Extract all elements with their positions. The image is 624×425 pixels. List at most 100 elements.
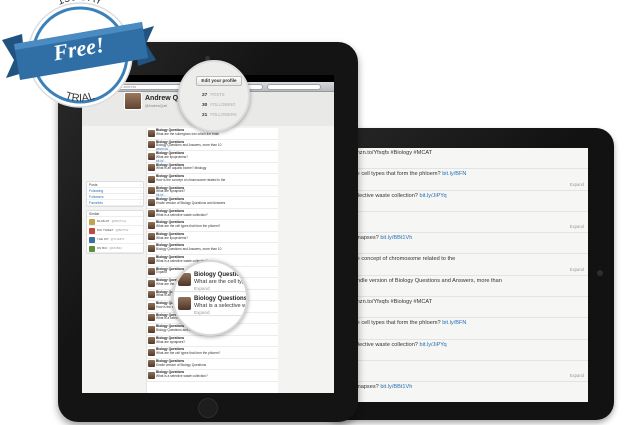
tweet-item[interactable]: selective waste collection? bit.ly/JiPYq	[348, 191, 588, 212]
expand-link[interactable]: Expand	[194, 310, 210, 315]
avatar[interactable]	[148, 152, 155, 160]
sidebar-item[interactable]: Favorites ›	[87, 200, 143, 206]
tweet-link[interactable]: bit.ly/JiPYq	[419, 342, 446, 348]
avatar[interactable]	[148, 141, 155, 149]
expand-link[interactable]: Expand	[570, 372, 584, 379]
tweet-text: What are the subregions into which the b…	[156, 131, 220, 136]
tweet-item[interactable]: Biology QuestionsWhat are the cell types…	[147, 220, 278, 232]
avatar[interactable]	[148, 337, 155, 345]
tweet-item[interactable]: Biology QuestionsBiology Questions and A…	[147, 243, 278, 256]
avatar[interactable]	[148, 325, 155, 333]
expand-link[interactable]: Expand	[194, 286, 210, 291]
avatar[interactable]	[148, 175, 155, 183]
tweet-item[interactable]: Biology QuestionsBiology Questions and A…	[147, 140, 278, 152]
tweet-link[interactable]: bit.ly/BFN	[442, 171, 466, 177]
tweet-item[interactable]: Biology Questions What are lipoproteins?	[147, 232, 278, 244]
home-button[interactable]	[198, 398, 218, 418]
tweet-item[interactable]: Biology QuestionsHow is the concept of c…	[147, 174, 278, 186]
tweet-text: What are synapses?	[156, 339, 186, 344]
avatar[interactable]	[148, 371, 155, 379]
tweet-item[interactable]: selective waste collection? bit.ly/JiPYq	[348, 340, 588, 361]
tweet-text: What is a selective was	[194, 303, 248, 309]
profile-stat[interactable]: 30 FOLLOWING	[202, 102, 235, 108]
tweet-item[interactable]: Biology QuestionsWhat are the cell types…	[147, 347, 278, 359]
user-handle: @RNBIO	[109, 246, 122, 250]
tweet-item[interactable]: the concept of chromosome related to the…	[348, 254, 588, 276]
similar-user-item[interactable]: RN BIO @RNBIO	[87, 244, 143, 253]
avatar[interactable]	[148, 164, 155, 172]
sidebar-nav: Posts › Following › Followers › Favorites ›	[86, 181, 144, 207]
avatar[interactable]	[148, 256, 155, 264]
avatar[interactable]	[148, 291, 155, 299]
tweet-item[interactable]: Biology Questio What are the cell typ Expa…	[174, 270, 246, 292]
tweet-item[interactable]: Biology QuestionsWhat is a selective was…	[147, 209, 278, 221]
similar-user-item[interactable]: THE INT @THEINT	[87, 235, 143, 244]
tweet-link[interactable]: bit.ly/BFN	[442, 320, 466, 326]
avatar[interactable]	[148, 198, 155, 206]
tweet-link[interactable]: bit.ly/JiPYq	[419, 193, 446, 199]
profile-stat[interactable]: 27 POSTS	[202, 92, 225, 98]
tweet-item[interactable]: synapses? bit.ly/BBt1Vh	[348, 382, 588, 402]
avatar[interactable]	[178, 273, 191, 286]
avatar[interactable]	[148, 187, 155, 195]
tweet-item[interactable]: Expand	[348, 212, 588, 234]
tweet-item[interactable]: Kindle version of Biology Questions and …	[348, 276, 588, 298]
tweet-text: What are the cell types that form the ph…	[156, 351, 221, 356]
tweet-item[interactable]: Biology Questions What are lipoproteins? b…	[147, 151, 278, 163]
similar-user-item[interactable]: BIO TWEET @BIOTW	[87, 226, 143, 235]
tweet-item[interactable]: Expand	[348, 361, 588, 383]
search-input[interactable]	[267, 84, 321, 90]
avatar[interactable]	[148, 244, 155, 252]
avatar[interactable]	[148, 129, 155, 137]
avatar[interactable]	[148, 302, 155, 310]
similar-users: Similar BLAB-RT @BIOTCH BIO TWEET @BIOTW THE…	[86, 210, 144, 254]
avatar[interactable]	[89, 218, 95, 225]
tweet-link[interactable]: bit.ly/BBt1Vh	[380, 235, 412, 241]
tweet-item[interactable]: amzn.to/Yfxqfs #Biology #MCAT	[348, 148, 588, 170]
profile-stat[interactable]: 21 FOLLOWERS	[202, 112, 237, 118]
tweet-text: What is an aquatic biome? #biology	[156, 166, 207, 171]
tweet-item[interactable]: Biology Questions Kindle version of Biolo…	[147, 197, 278, 209]
avatar[interactable]	[148, 279, 155, 287]
tweet-item[interactable]: synapses? bit.ly/BBt1Vh	[348, 233, 588, 255]
avatar[interactable]	[148, 360, 155, 368]
edit-profile-button[interactable]: Edit your profile	[196, 76, 242, 86]
expand-link[interactable]: Expand	[570, 181, 584, 188]
avatar[interactable]	[148, 210, 155, 218]
avatar[interactable]	[148, 268, 155, 276]
user-name: BIO TWEET	[97, 228, 114, 232]
tweet-item[interactable]: Biology QuestionsWhat is an aquatic biom…	[147, 163, 278, 175]
avatar[interactable]	[89, 236, 95, 243]
tweet-item[interactable]: Biology Questions Kindle version of Biolo…	[147, 359, 278, 371]
avatar[interactable]	[178, 297, 191, 310]
free-trial-badge: Free! 150 DAY TRIAL	[2, 0, 156, 108]
tweet-text: What are the cell types that form the ph…	[156, 224, 221, 229]
stat-value: 30	[202, 103, 208, 108]
avatar[interactable]	[89, 245, 95, 252]
tweet-author: Biology Questio	[194, 272, 241, 278]
expand-link[interactable]: Expand	[570, 266, 584, 273]
avatar[interactable]	[148, 348, 155, 356]
tweet-text: amzn.to/Yfxqfs #Biology #MCAT	[352, 150, 433, 156]
tweet-item[interactable]: Biology Questions What are synapses? bit.l…	[147, 186, 278, 198]
avatar[interactable]	[148, 233, 155, 241]
expand-link[interactable]: Expand	[570, 223, 584, 230]
tweet-item[interactable]: Biology Questions What are synapses?	[147, 336, 278, 348]
tweet-item[interactable]: the cell types that form the phloem? bit…	[348, 318, 588, 340]
tweet-text: Biology Questions and Answers, more than…	[156, 143, 222, 148]
avatar[interactable]	[148, 314, 155, 322]
tweet-item[interactable]: the cell types that form the phloem? bit…	[348, 169, 588, 191]
tweet-link[interactable]: bit.ly/BBt1Vh	[380, 384, 412, 390]
user-handle: @BIOTCH	[111, 219, 127, 223]
similar-user-item[interactable]: BLAB-RT @BIOTCH	[87, 217, 143, 226]
avatar[interactable]	[148, 221, 155, 229]
tweet-text: selective waste collection?	[352, 192, 418, 199]
tweet-text: Biology Questions and Answers, more than…	[156, 247, 222, 252]
tweet-item[interactable]: Biology QuestionsWhat is a selective was…	[147, 370, 278, 383]
tweet-item[interactable]: amzn.to/Yfxqfs #Biology #MCAT	[348, 297, 588, 319]
tweet-item[interactable]: Biology QuestionsWhat is a selective was…	[174, 294, 248, 316]
tweet-text: What are lipoproteins?	[156, 154, 188, 159]
chevron-right-icon: ›	[139, 201, 141, 205]
back-tablet: amzn.to/Yfxqfs #Biology #MCAT the cell ty…	[322, 128, 614, 420]
avatar[interactable]	[89, 227, 95, 234]
